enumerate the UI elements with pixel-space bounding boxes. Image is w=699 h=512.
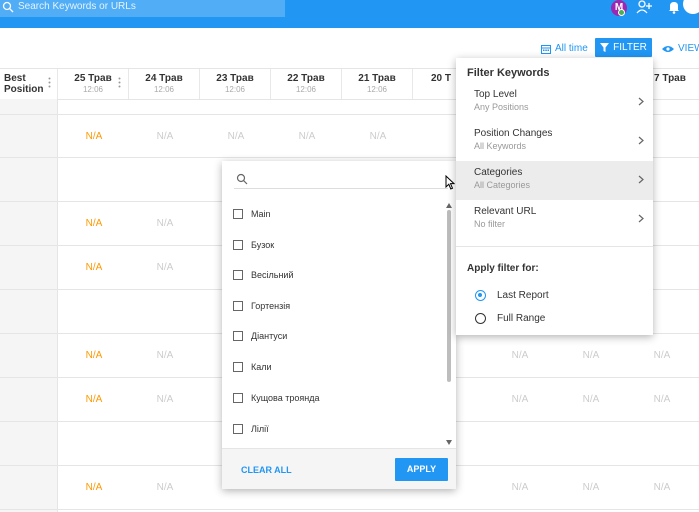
category-option[interactable]: Кали	[233, 360, 272, 374]
column-header[interactable]: 20 Т	[413, 69, 458, 99]
radio-last-report[interactable]: Last Report	[475, 289, 549, 301]
scroll-down-arrow-icon[interactable]	[446, 440, 452, 445]
filter-button[interactable]: FILTER	[595, 38, 652, 57]
position-cell: N/A	[653, 350, 671, 361]
row-divider	[0, 509, 699, 510]
position-cell: N/A	[85, 262, 103, 273]
column-header[interactable]: 23 Трав 12:06	[200, 69, 271, 99]
category-option[interactable]: Кущова троянда	[233, 391, 319, 405]
position-cell: N/A	[85, 131, 103, 142]
position-cell: N/A	[653, 482, 671, 493]
scroll-up-arrow-icon[interactable]	[446, 203, 452, 208]
chevron-right-icon	[638, 136, 644, 145]
checkbox[interactable]	[233, 424, 243, 434]
checkbox[interactable]	[233, 393, 243, 403]
search-placeholder: Search Keywords or URLs	[18, 1, 136, 12]
filter-categories[interactable]: Categories All Categories	[456, 161, 653, 200]
notification-bell-icon[interactable]	[667, 0, 681, 14]
radio-button[interactable]	[475, 312, 486, 324]
search-icon	[2, 1, 14, 13]
calendar-icon	[541, 44, 551, 54]
filter-panel-title: Filter Keywords	[467, 67, 550, 79]
eye-icon	[662, 45, 674, 52]
category-dropdown: Main Бузок Весільний Гортензія Діантуси …	[222, 161, 456, 489]
view-label: VIEW	[678, 43, 699, 54]
category-option[interactable]: Бузок	[233, 238, 274, 252]
checkbox[interactable]	[233, 270, 243, 280]
position-cell: N/A	[156, 131, 174, 142]
position-cell: N/A	[156, 482, 174, 493]
filter-label: FILTER	[613, 42, 647, 53]
column-header[interactable]: 21 Трав 12:06	[342, 69, 413, 99]
top-bar: Search Keywords or URLs M	[0, 0, 699, 28]
position-cell: N/A	[582, 394, 600, 405]
category-option[interactable]: Main	[233, 207, 271, 221]
checkbox[interactable]	[233, 301, 243, 311]
apply-button[interactable]: APPLY	[395, 458, 448, 481]
view-button[interactable]: VIEW	[662, 40, 699, 57]
filter-position-changes[interactable]: Position Changes All Keywords	[456, 122, 653, 161]
keyword-search-box[interactable]: Search Keywords or URLs	[0, 0, 285, 17]
position-cell: N/A	[653, 394, 671, 405]
position-cell: N/A	[511, 482, 529, 493]
position-cell: N/A	[582, 350, 600, 361]
mouse-cursor-icon	[445, 175, 455, 190]
filter-top-level[interactable]: Top Level Any Positions	[456, 83, 653, 122]
column-header[interactable]: 22 Трав 12:06	[271, 69, 342, 99]
checkbox[interactable]	[233, 362, 243, 372]
position-cell: N/A	[156, 262, 174, 273]
account-menu-button[interactable]	[683, 0, 699, 14]
position-cell: N/A	[156, 218, 174, 229]
apply-filter-for-label: Apply filter for:	[467, 263, 539, 274]
filter-keywords-panel: Filter Keywords Top Level Any Positions …	[456, 58, 653, 335]
radio-full-range[interactable]: Full Range	[475, 312, 545, 324]
funnel-icon	[600, 43, 610, 52]
chevron-right-icon	[638, 175, 644, 184]
category-search-input[interactable]	[234, 171, 448, 189]
filter-relevant-url[interactable]: Relevant URL No filter	[456, 200, 653, 239]
online-status-dot	[618, 9, 625, 16]
all-time-button[interactable]: All time	[541, 40, 588, 57]
dropdown-footer: CLEAR ALL APPLY	[222, 448, 456, 489]
position-cell: N/A	[85, 350, 103, 361]
category-option[interactable]: Діантуси	[233, 329, 287, 343]
position-cell: N/A	[156, 394, 174, 405]
divider	[456, 246, 653, 247]
scrollbar-thumb[interactable]	[447, 210, 451, 382]
position-cell: N/A	[298, 131, 316, 142]
position-cell: N/A	[369, 131, 387, 142]
all-time-label: All time	[555, 43, 588, 54]
position-cell: N/A	[85, 482, 103, 493]
position-cell: N/A	[511, 350, 529, 361]
checkbox[interactable]	[233, 209, 243, 219]
column-menu-icon[interactable]	[118, 77, 121, 88]
clear-all-button[interactable]: CLEAR ALL	[241, 465, 292, 475]
position-cell: N/A	[511, 394, 529, 405]
checkbox[interactable]	[233, 240, 243, 250]
position-cell: N/A	[85, 394, 103, 405]
column-header[interactable]: 24 Трав 12:06	[129, 69, 200, 99]
category-option[interactable]: Лілії	[233, 422, 269, 436]
position-cell: N/A	[156, 350, 174, 361]
add-user-icon[interactable]	[636, 0, 652, 14]
chevron-right-icon	[638, 214, 644, 223]
category-option[interactable]: Весільний	[233, 268, 293, 282]
position-cell: N/A	[582, 482, 600, 493]
keyword-column	[0, 99, 58, 512]
category-option[interactable]: Гортензія	[233, 299, 290, 313]
column-menu-icon[interactable]	[48, 77, 51, 88]
chevron-right-icon	[638, 97, 644, 106]
position-cell: N/A	[227, 131, 245, 142]
radio-button-selected[interactable]	[475, 289, 486, 301]
position-cell: N/A	[85, 218, 103, 229]
search-icon	[236, 173, 248, 185]
checkbox[interactable]	[233, 331, 243, 341]
